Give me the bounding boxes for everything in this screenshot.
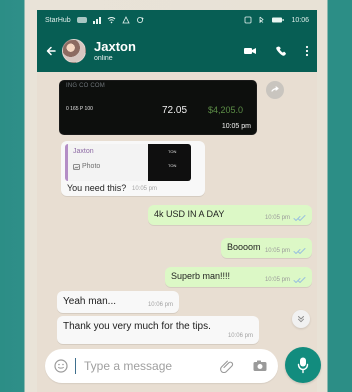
message-text: Yeah man... [63,296,117,307]
media-money: $4,205.0 [208,105,244,115]
media-heading: ING CO COM [66,83,105,89]
quoted-thumbnail: TON TON [148,144,191,181]
battery-icon [271,16,285,24]
message-text: Thank you very much for the tips. [63,321,211,332]
scroll-down-button[interactable] [292,310,310,328]
reply-message[interactable]: Jaxton Photo TON TON You need this? 10:0… [61,141,205,196]
forward-button[interactable] [266,81,284,99]
status-notification-icon [76,17,87,23]
outgoing-message[interactable]: 4k USD IN A DAY 10:05 pm [148,205,312,225]
message-text: Boooom [227,242,261,252]
wifi-icon [107,16,116,24]
status-bar-left: StarHub [45,16,144,24]
forward-icon [270,85,280,95]
contact-status: online [94,55,113,62]
header-actions [243,45,309,57]
more-vertical-icon [305,45,309,57]
phone-screen: StarHub 10:06 Jaxton online ING CO COM 0… [0,0,352,392]
media-value: 72.05 [162,105,188,116]
video-call-icon [243,46,257,56]
media-time: 10:05 pm [221,123,251,130]
thumbnail-text-b: TON [168,163,177,168]
back-button[interactable] [43,43,59,59]
message-time: 10:06 pm [147,302,173,308]
quoted-name: Jaxton [73,148,94,155]
composer-actions [220,359,268,373]
nfc-icon [244,16,252,24]
emoji-icon[interactable] [53,358,69,374]
mic-button[interactable] [285,347,321,383]
read-receipt-icon [293,247,307,255]
quoted-type: Photo [73,163,100,170]
message-text: Superb man!!!! [171,271,231,281]
mic-icon [296,356,310,374]
more-options-button[interactable] [305,45,309,57]
photo-icon [73,163,80,170]
incoming-message[interactable]: Thank you very much for the tips. 10:06 … [57,316,259,344]
quoted-type-label: Photo [82,163,101,170]
camera-icon[interactable] [252,359,268,373]
incoming-message[interactable]: Yeah man... 10:06 pm [57,291,179,313]
chat-area: ING CO COM 0 165 P 100 72.05 $4,205.0 10… [37,72,317,392]
quoted-message[interactable]: Jaxton Photo TON TON [65,144,191,181]
reply-time: 10:05 pm [132,186,158,192]
message-time: 10:05 pm [264,277,290,283]
chat-header: Jaxton online [37,30,317,72]
message-time: 10:06 pm [227,333,253,339]
read-receipt-icon [293,214,307,222]
warning-icon [122,16,130,24]
message-time: 10:05 pm [264,248,290,254]
attach-icon[interactable] [220,359,234,373]
message-composer [45,349,278,383]
message-input[interactable] [76,355,201,377]
thumbnail-text-a: TON [168,149,177,154]
sync-icon [136,16,144,24]
contact-info[interactable]: Jaxton online [94,40,136,62]
voice-call-button[interactable] [275,45,287,57]
video-call-button[interactable] [243,46,257,56]
phone-call-icon [275,45,287,57]
bluetooth-icon [258,16,265,24]
back-arrow-icon [45,45,57,57]
media-left-text: 0 165 P 100 [66,106,93,112]
message-text: 4k USD IN A DAY [154,209,225,219]
reply-text: You need this? [67,183,127,193]
message-time: 10:05 pm [264,215,290,221]
outgoing-message[interactable]: Boooom 10:05 pm [221,238,312,258]
contact-name: Jaxton [94,39,136,54]
outgoing-message[interactable]: Superb man!!!! 10:05 pm [165,267,312,287]
status-bar-right: 10:06 [244,16,309,24]
status-time: 10:06 [291,16,309,24]
signal-icon [92,16,101,24]
status-bar: StarHub 10:06 [37,10,317,30]
media-message[interactable]: ING CO COM 0 165 P 100 72.05 $4,205.0 10… [59,80,257,135]
avatar[interactable] [62,39,86,63]
scroll-down-icon [296,314,306,324]
read-receipt-icon [293,276,307,284]
carrier-label: StarHub [45,16,71,24]
